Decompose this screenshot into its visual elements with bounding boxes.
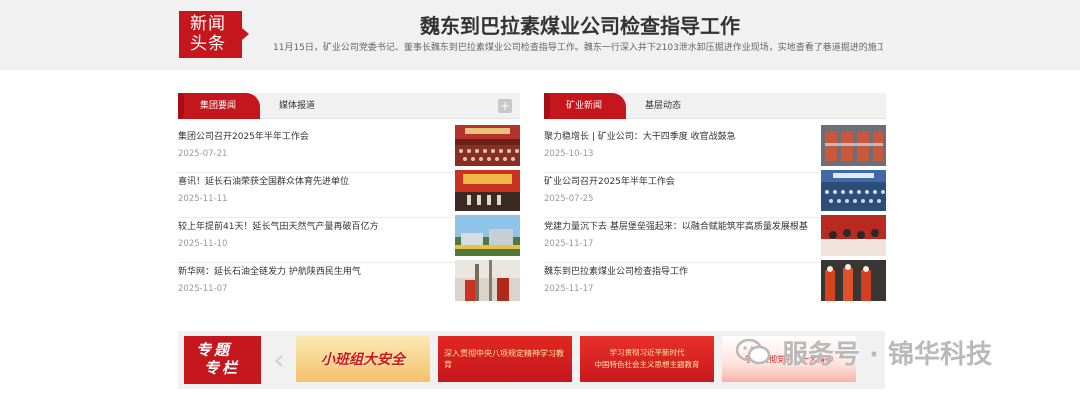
topic-banner-text: 中国特色社会主义思想主题教育 [594, 360, 700, 369]
more-plus-icon[interactable]: + [498, 99, 512, 113]
news-date: 2025-07-21 [178, 149, 228, 159]
headline-banner: 新闻 头条 魏东到巴拉素煤业公司检查指导工作 11月15日，矿业公司党委书记、董… [0, 0, 1080, 70]
news-title[interactable]: 党建力量沉下去 基层堡垒强起来：以融合赋能筑牢高质量发展根基 [544, 219, 814, 232]
topic-banner-text: 学习贯彻习近平新时代 [609, 348, 685, 357]
topic-banner-theme-education[interactable]: 学习贯彻习近平新时代 中国特色社会主义思想主题教育 [580, 336, 714, 382]
topic-banner-eight-rules[interactable]: 深入贯彻中央八项规定精神学习教育 [438, 336, 572, 382]
topic-logo-line1: 专题 [196, 341, 233, 359]
mining-news-tabbar: 矿业新闻 基层动态 [544, 93, 886, 119]
list-item[interactable]: 较上年提前41天！延长气田天然气产量再破百亿方 2025-11-10 [178, 215, 520, 263]
news-date: 2025-07-25 [544, 194, 594, 204]
chevron-left-icon[interactable]: ‹ [268, 345, 290, 375]
news-date: 2025-11-17 [544, 239, 594, 249]
news-date: 2025-11-10 [178, 239, 228, 249]
headline-badge: 新闻 头条 [179, 11, 249, 58]
topic-banner-text: 小班组大安全 [321, 352, 405, 368]
list-item[interactable]: 新华网：延长石油全链发力 护航陕西民生用气 2025-11-07 [178, 260, 520, 308]
tab-grassroots[interactable]: 基层动态 [645, 93, 681, 119]
news-title[interactable]: 魏东到巴拉素煤业公司检查指导工作 [544, 264, 814, 277]
news-title[interactable]: 聚力稳增长 | 矿业公司：大干四季度 收官战鼓急 [544, 129, 814, 142]
headline-badge-line1: 新闻 [190, 14, 226, 34]
mining-news-list: 聚力稳增长 | 矿业公司：大干四季度 收官战鼓急 2025-10-13 矿业公司… [544, 125, 886, 308]
news-title[interactable]: 较上年提前41天！延长气田天然气产量再破百亿方 [178, 219, 448, 232]
chat-bubble-icon [735, 338, 771, 366]
headline-summary[interactable]: 11月15日，矿业公司党委书记、董事长魏东到巴拉素煤业公司检查指导工作。魏东一行… [273, 40, 883, 53]
tab-group-news[interactable]: 集团要闻 [178, 93, 260, 119]
news-title[interactable]: 集团公司召开2025年半年工作会 [178, 129, 448, 142]
special-topics-logo: 专题 专栏 [184, 336, 261, 384]
mining-news-panel: 矿业新闻 基层动态 聚力稳增长 | 矿业公司：大干四季度 收官战鼓急 2025-… [544, 93, 886, 308]
list-item[interactable]: 矿业公司召开2025年半年工作会 2025-07-25 [544, 170, 886, 218]
tab-media-reports[interactable]: 媒体报道 [279, 93, 315, 119]
list-item[interactable]: 党建力量沉下去 基层堡垒强起来：以融合赋能筑牢高质量发展根基 2025-11-1… [544, 215, 886, 263]
headline-title[interactable]: 魏东到巴拉素煤业公司检查指导工作 [270, 10, 890, 39]
news-date: 2025-10-13 [544, 149, 594, 159]
news-date: 2025-11-07 [178, 284, 228, 294]
equipment-thumbnail[interactable] [821, 125, 886, 166]
underground-inspection-thumbnail[interactable] [821, 260, 886, 301]
list-item[interactable]: 聚力稳增长 | 矿业公司：大干四季度 收官战鼓急 2025-10-13 [544, 125, 886, 173]
news-date: 2025-11-17 [544, 284, 594, 294]
list-item[interactable]: 集团公司召开2025年半年工作会 2025-07-21 [178, 125, 520, 173]
topic-logo-line2: 专栏 [204, 359, 241, 377]
service-account-watermark: 服务号 · 锦华科技 [735, 332, 992, 372]
news-title[interactable]: 矿业公司召开2025年半年工作会 [544, 174, 814, 187]
list-item[interactable]: 魏东到巴拉素煤业公司检查指导工作 2025-11-17 [544, 260, 886, 308]
tab-mining-news[interactable]: 矿业新闻 [544, 93, 626, 119]
oil-workers-thumbnail[interactable] [455, 260, 520, 301]
group-news-list: 集团公司召开2025年半年工作会 2025-07-21 喜讯！延长石油荣获全国群… [178, 125, 520, 308]
topic-banner-safety[interactable]: 小班组大安全 [296, 336, 430, 382]
group-news-tabbar: 集团要闻 媒体报道 + [178, 93, 520, 119]
topic-banner-text: 深入贯彻中央八项规定精神学习教育 [444, 349, 564, 369]
watermark-text: 服务号 · 锦华科技 [782, 339, 992, 370]
headline-badge-line2: 头条 [190, 34, 226, 54]
list-item[interactable]: 喜讯！延长石油荣获全国群众体育先进单位 2025-11-11 [178, 170, 520, 218]
award-stage-thumbnail[interactable] [455, 170, 520, 211]
meeting-hall-thumbnail[interactable] [821, 170, 886, 211]
news-title[interactable]: 喜讯！延长石油荣获全国群众体育先进单位 [178, 174, 448, 187]
gas-field-thumbnail[interactable] [455, 215, 520, 256]
group-news-panel: 集团要闻 媒体报道 + 集团公司召开2025年半年工作会 2025-07-21 … [178, 93, 520, 308]
conference-hall-thumbnail[interactable] [455, 125, 520, 166]
news-title[interactable]: 新华网：延长石油全链发力 护航陕西民生用气 [178, 264, 448, 277]
news-date: 2025-11-11 [178, 194, 228, 204]
party-meeting-thumbnail[interactable] [821, 215, 886, 256]
